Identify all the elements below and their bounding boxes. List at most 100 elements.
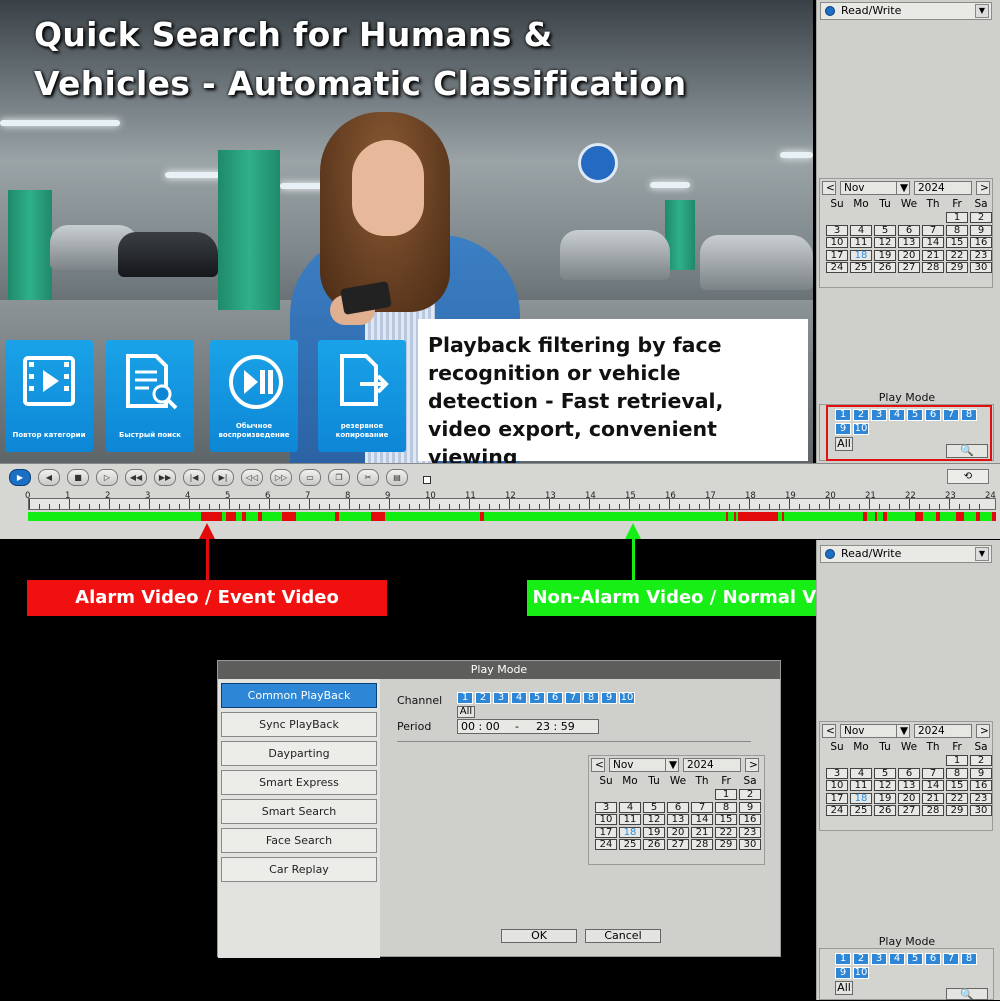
calendar-day[interactable]: 3: [595, 801, 617, 813]
channel-button-3[interactable]: 3: [871, 953, 887, 965]
all-channels-button[interactable]: All: [835, 437, 853, 451]
channel-button-3[interactable]: 3: [493, 692, 509, 704]
reverse-button[interactable]: ◀: [38, 469, 60, 486]
channel-button-1[interactable]: 1: [835, 953, 851, 965]
calendar-day[interactable]: 12: [874, 780, 896, 791]
channel-button-5[interactable]: 5: [529, 692, 545, 704]
calendar-day[interactable]: 23: [970, 792, 992, 804]
calendar-day[interactable]: 17: [595, 826, 617, 838]
calendar-day[interactable]: 30: [739, 839, 761, 850]
alarm-segment[interactable]: [479, 512, 484, 521]
calendar-day[interactable]: 8: [946, 767, 968, 779]
fast-button[interactable]: ▷▷: [270, 469, 292, 486]
channel-button-6[interactable]: 6: [925, 953, 941, 965]
calendar-day[interactable]: 6: [898, 767, 920, 779]
disk-mode-select[interactable]: Read/Write ▼: [820, 545, 992, 563]
period-end[interactable]: 23 : 59: [536, 720, 575, 733]
calendar-day[interactable]: 19: [643, 826, 665, 838]
calendar-day[interactable]: 22: [946, 792, 968, 804]
calendar-day[interactable]: 14: [691, 814, 713, 825]
period-input[interactable]: 00 : 00 - 23 : 59: [457, 719, 599, 734]
calendar-day[interactable]: 28: [922, 805, 944, 816]
mode-sync-playback-button[interactable]: Sync PlayBack: [221, 712, 377, 737]
alarm-segment[interactable]: [955, 512, 964, 521]
all-channels-button[interactable]: All: [457, 706, 475, 718]
channel-button-9[interactable]: 9: [601, 692, 617, 704]
search-button[interactable]: 🔍: [946, 444, 988, 458]
calendar-day[interactable]: 28: [922, 262, 944, 273]
calendar-day[interactable]: 9: [970, 767, 992, 779]
save-button[interactable]: ▤: [386, 469, 408, 486]
channel-button-8[interactable]: 8: [583, 692, 599, 704]
channel-button-9[interactable]: 9: [835, 423, 851, 435]
mode-dayparting-button[interactable]: Dayparting: [221, 741, 377, 766]
calendar-day[interactable]: 5: [874, 224, 896, 236]
calendar-day[interactable]: 27: [898, 805, 920, 816]
mode-face-search-button[interactable]: Face Search: [221, 828, 377, 853]
calendar-day[interactable]: 7: [691, 801, 713, 813]
prev-month-button[interactable]: <: [822, 181, 836, 195]
channel-button-2[interactable]: 2: [853, 953, 869, 965]
calendar-day[interactable]: 22: [946, 249, 968, 261]
calendar-day[interactable]: 4: [850, 767, 872, 779]
mode-smart-express-button[interactable]: Smart Express: [221, 770, 377, 795]
calendar-day[interactable]: 16: [970, 237, 992, 248]
chevron-down-icon[interactable]: ▼: [665, 758, 679, 772]
calendar-day[interactable]: 19: [874, 792, 896, 804]
step-button[interactable]: ▷: [96, 469, 118, 486]
checkbox[interactable]: [423, 476, 431, 484]
channel-button-1[interactable]: 1: [457, 692, 473, 704]
disk-mode-select[interactable]: Read/Write ▼: [820, 2, 992, 20]
chevron-down-icon[interactable]: ▼: [896, 724, 910, 738]
channel-button-2[interactable]: 2: [853, 409, 869, 421]
calendar-day[interactable]: 30: [970, 262, 992, 273]
calendar-day[interactable]: 9: [739, 801, 761, 813]
calendar-day[interactable]: 3: [826, 767, 848, 779]
calendar-day[interactable]: 26: [874, 805, 896, 816]
calendar-day[interactable]: 24: [595, 839, 617, 850]
calendar-day[interactable]: 29: [946, 805, 968, 816]
calendar-day[interactable]: 15: [715, 814, 737, 825]
calendar-day[interactable]: 13: [667, 814, 689, 825]
calendar-day[interactable]: 29: [715, 839, 737, 850]
calendar-day[interactable]: 11: [850, 780, 872, 791]
calendar-day[interactable]: 7: [922, 224, 944, 236]
next-button[interactable]: ▶|: [212, 469, 234, 486]
next-month-button[interactable]: >: [976, 181, 990, 195]
calendar-day[interactable]: 11: [619, 814, 641, 825]
alarm-segment[interactable]: [282, 512, 297, 521]
chevron-down-icon[interactable]: ▼: [975, 4, 989, 18]
calendar-day[interactable]: 10: [826, 237, 848, 248]
channel-button-5[interactable]: 5: [907, 409, 923, 421]
calendar-day[interactable]: 18: [850, 792, 872, 804]
fast-forward-button[interactable]: ▶▶: [154, 469, 176, 486]
calendar-day[interactable]: 6: [898, 224, 920, 236]
alarm-segment[interactable]: [915, 512, 924, 521]
calendar-day[interactable]: 18: [850, 249, 872, 261]
calendar-day[interactable]: 7: [922, 767, 944, 779]
all-channels-button[interactable]: All: [835, 981, 853, 995]
calendar-day[interactable]: 4: [619, 801, 641, 813]
calendar-day[interactable]: 26: [874, 262, 896, 273]
channel-button-3[interactable]: 3: [871, 409, 887, 421]
calendar-day[interactable]: 19: [874, 249, 896, 261]
alarm-segment[interactable]: [725, 512, 728, 521]
channel-button-8[interactable]: 8: [961, 953, 977, 965]
calendar-day[interactable]: 2: [970, 212, 992, 223]
alarm-segment[interactable]: [370, 512, 385, 521]
period-start[interactable]: 00 : 00: [461, 720, 500, 733]
calendar-day[interactable]: 29: [946, 262, 968, 273]
alarm-segment[interactable]: [741, 512, 779, 521]
calendar-day[interactable]: 14: [922, 237, 944, 248]
channel-button-6[interactable]: 6: [925, 409, 941, 421]
chevron-down-icon[interactable]: ▼: [975, 547, 989, 561]
calendar-day[interactable]: 2: [739, 789, 761, 800]
calendar-day[interactable]: 16: [739, 814, 761, 825]
calendar-day[interactable]: 5: [874, 767, 896, 779]
channel-button-4[interactable]: 4: [889, 953, 905, 965]
calendar-day[interactable]: 15: [946, 780, 968, 791]
channel-button-2[interactable]: 2: [475, 692, 491, 704]
alarm-segment[interactable]: [257, 512, 262, 521]
calendar-day[interactable]: 16: [970, 780, 992, 791]
alarm-segment[interactable]: [225, 512, 236, 521]
